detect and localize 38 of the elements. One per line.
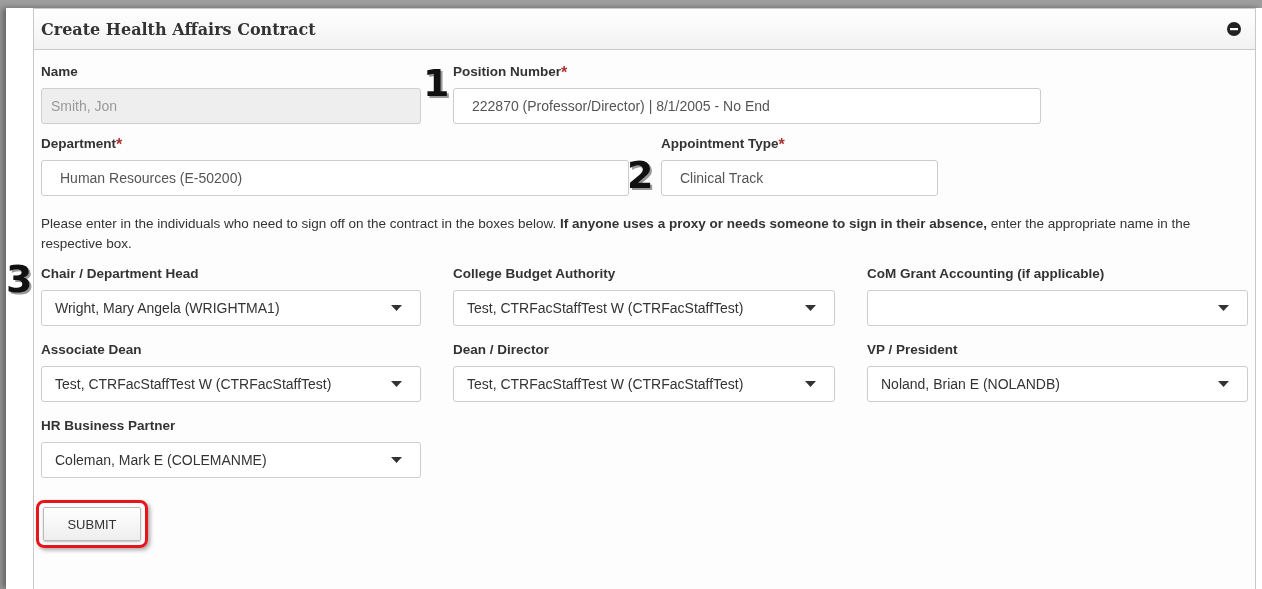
caret-icon	[1218, 381, 1229, 387]
input-field[interactable]: 222870 (Professor/Director) | 8/1/2005 - No End	[453, 88, 1041, 124]
caret-icon	[391, 457, 402, 463]
field-label: CoM Grant Accounting (if applicable)	[867, 266, 1106, 282]
callout-number: 2	[627, 156, 654, 194]
field-label: Associate Dean	[41, 342, 143, 358]
dropdown-field[interactable]: Test, CTRFacStaffTest W (CTRFacStaffTest)	[41, 366, 421, 402]
dropdown-field[interactable]: Test, CTRFacStaffTest W (CTRFacStaffTest)	[453, 290, 835, 326]
instructions-text: Please enter in the individuals who need to sign off on the contract in the boxes below. If anyone uses a proxy or needs someone to sign in their absence, enter the appropriate name in the respective box.	[41, 215, 1192, 253]
callout-number: 3	[6, 260, 33, 298]
dropdown-field[interactable]: Test, CTRFacStaffTest W (CTRFacStaffTest)	[453, 366, 835, 402]
field-label: Department	[41, 136, 116, 152]
dropdown-field[interactable]: Noland, Brian E (NOLANDB)	[867, 366, 1248, 402]
required-mark: *	[116, 136, 123, 155]
field-label: Appointment Type	[661, 136, 779, 152]
collapse-icon[interactable]	[1227, 22, 1241, 36]
caret-icon	[391, 381, 402, 387]
field-label: Name	[41, 64, 78, 80]
field-label: Chair / Department Head	[41, 266, 200, 282]
caret-icon	[805, 381, 816, 387]
field-label: HR Business Partner	[41, 418, 177, 434]
dropdown-field[interactable]: Wright, Mary Angela (WRIGHTMA1)	[41, 290, 421, 326]
caret-icon	[1218, 305, 1229, 311]
caret-icon	[805, 305, 816, 311]
dropdown-field[interactable]: Coleman, Mark E (COLEMANME)	[41, 442, 421, 478]
caret-icon	[391, 305, 402, 311]
panel-title: Create Health Affairs Contract	[41, 19, 316, 39]
required-mark: *	[778, 136, 785, 155]
dropdown-field[interactable]	[867, 290, 1248, 326]
submit-button[interactable]: SUBMIT	[43, 507, 141, 541]
input-field[interactable]: Clinical Track	[661, 160, 938, 196]
field-label: Position Number	[453, 64, 561, 80]
input-field[interactable]: Human Resources (E-50200)	[41, 160, 629, 196]
required-mark: *	[561, 64, 568, 83]
field-label: VP / President	[867, 342, 959, 358]
field-label: Dean / Director	[453, 342, 551, 358]
callout-number: 1	[423, 64, 450, 102]
field-label: College Budget Authority	[453, 266, 617, 282]
